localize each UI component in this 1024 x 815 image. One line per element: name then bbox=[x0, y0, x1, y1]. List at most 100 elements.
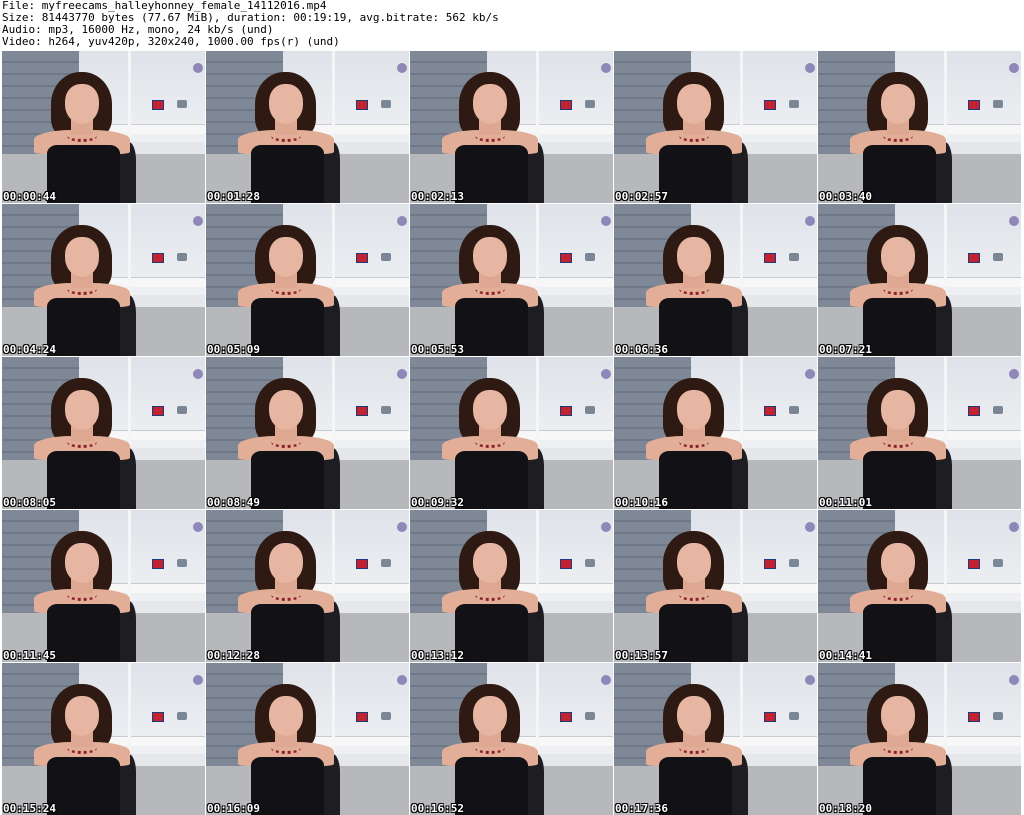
flag-decoration bbox=[152, 252, 165, 263]
person-face bbox=[880, 237, 916, 277]
person-corset bbox=[454, 145, 528, 203]
wall-clock bbox=[1008, 522, 1019, 533]
decoration bbox=[788, 252, 799, 261]
thumbnail-timestamp: 00:14:41 bbox=[819, 649, 872, 662]
person-corset bbox=[658, 757, 732, 815]
flag-decoration bbox=[764, 558, 777, 569]
person-face bbox=[268, 237, 304, 277]
person-corset bbox=[46, 604, 120, 662]
wall-clock bbox=[192, 63, 203, 74]
decoration bbox=[584, 252, 595, 261]
decoration bbox=[992, 558, 1003, 567]
person-face bbox=[472, 84, 508, 124]
video-thumbnail: 00:04:24 bbox=[2, 204, 205, 356]
person-face bbox=[676, 543, 712, 583]
wall-clock bbox=[396, 675, 407, 686]
person-face bbox=[64, 696, 100, 736]
decoration bbox=[992, 99, 1003, 108]
person-corset bbox=[46, 451, 120, 509]
shelf bbox=[515, 582, 613, 594]
thumbnail-timestamp: 00:06:36 bbox=[615, 343, 668, 356]
person-face bbox=[676, 237, 712, 277]
person-face bbox=[64, 543, 100, 583]
flag-decoration bbox=[356, 711, 369, 722]
shelf bbox=[311, 123, 409, 135]
shelf bbox=[107, 276, 205, 288]
thumbnail-timestamp: 00:08:49 bbox=[207, 496, 260, 509]
person-corset bbox=[862, 145, 936, 203]
flag-decoration bbox=[764, 252, 777, 263]
thumbnail-timestamp: 00:03:40 bbox=[819, 190, 872, 203]
wall-clock bbox=[804, 369, 815, 380]
person-face bbox=[268, 390, 304, 430]
person-face bbox=[472, 543, 508, 583]
shelf bbox=[923, 735, 1021, 747]
wall-clock bbox=[1008, 216, 1019, 227]
decoration bbox=[380, 99, 391, 108]
shelf bbox=[923, 276, 1021, 288]
thumbnail-timestamp: 00:02:57 bbox=[615, 190, 668, 203]
person-face bbox=[880, 696, 916, 736]
wall-clock bbox=[1008, 675, 1019, 686]
thumbnail-timestamp: 00:13:12 bbox=[411, 649, 464, 662]
person-face bbox=[64, 84, 100, 124]
person-face bbox=[64, 237, 100, 277]
shelf bbox=[107, 735, 205, 747]
person-face bbox=[472, 390, 508, 430]
decoration bbox=[380, 711, 391, 720]
flag-decoration bbox=[560, 405, 573, 416]
person-corset bbox=[250, 604, 324, 662]
wall-clock bbox=[192, 216, 203, 227]
thumbnail-timestamp: 00:02:13 bbox=[411, 190, 464, 203]
wall-clock bbox=[192, 369, 203, 380]
wall-clock bbox=[396, 216, 407, 227]
video-thumbnail: 00:00:44 bbox=[2, 51, 205, 203]
person-face bbox=[472, 237, 508, 277]
video-thumbnail: 00:13:57 bbox=[614, 510, 817, 662]
thumbnail-timestamp: 00:00:44 bbox=[3, 190, 56, 203]
flag-decoration bbox=[764, 711, 777, 722]
person-corset bbox=[658, 145, 732, 203]
person-corset bbox=[46, 145, 120, 203]
decoration bbox=[176, 711, 187, 720]
flag-decoration bbox=[560, 558, 573, 569]
person-face bbox=[268, 696, 304, 736]
shelf bbox=[923, 123, 1021, 135]
thumbnail-timestamp: 00:11:45 bbox=[3, 649, 56, 662]
shelf bbox=[719, 582, 817, 594]
wall-clock bbox=[396, 369, 407, 380]
person-corset bbox=[250, 757, 324, 815]
shelf bbox=[515, 276, 613, 288]
person-face bbox=[880, 543, 916, 583]
person-corset bbox=[46, 298, 120, 356]
wall-clock bbox=[804, 675, 815, 686]
video-thumbnail: 00:08:49 bbox=[206, 357, 409, 509]
wall-clock bbox=[600, 63, 611, 74]
thumbnail-timestamp: 00:05:09 bbox=[207, 343, 260, 356]
flag-decoration bbox=[152, 405, 165, 416]
flag-decoration bbox=[356, 558, 369, 569]
video-thumbnail: 00:05:53 bbox=[410, 204, 613, 356]
person-face bbox=[676, 390, 712, 430]
person-corset bbox=[862, 604, 936, 662]
person-corset bbox=[454, 757, 528, 815]
decoration bbox=[380, 405, 391, 414]
person-face bbox=[880, 390, 916, 430]
thumbnail-timestamp: 00:09:32 bbox=[411, 496, 464, 509]
flag-decoration bbox=[152, 99, 165, 110]
decoration bbox=[176, 252, 187, 261]
video-thumbnail: 00:09:32 bbox=[410, 357, 613, 509]
shelf bbox=[311, 429, 409, 441]
shelf bbox=[923, 582, 1021, 594]
flag-decoration bbox=[356, 252, 369, 263]
wall-clock bbox=[600, 369, 611, 380]
shelf bbox=[311, 276, 409, 288]
shelf bbox=[311, 735, 409, 747]
thumbnail-timestamp: 00:18:20 bbox=[819, 802, 872, 815]
flag-decoration bbox=[764, 99, 777, 110]
video-thumbnail: 00:01:28 bbox=[206, 51, 409, 203]
shelf bbox=[515, 735, 613, 747]
person-corset bbox=[454, 298, 528, 356]
wall-clock bbox=[192, 675, 203, 686]
shelf bbox=[107, 123, 205, 135]
